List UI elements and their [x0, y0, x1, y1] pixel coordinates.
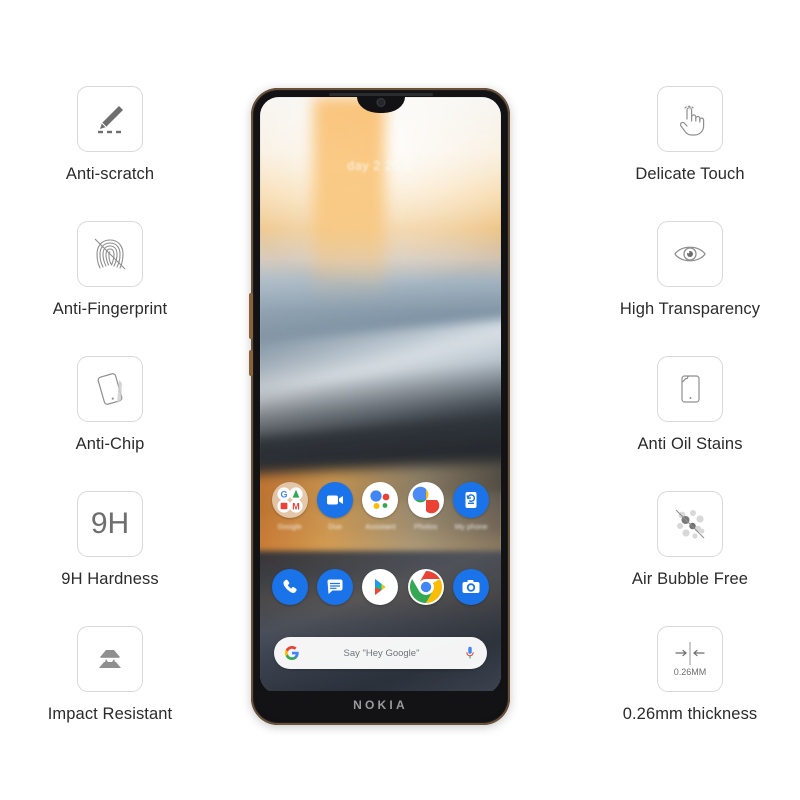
date-widget: day 2 20 C [347, 159, 414, 173]
app-play-store[interactable]: Play Store [359, 569, 401, 618]
phone-oil-drop-icon [657, 356, 723, 422]
app-label: Assistant [365, 522, 396, 531]
feature-anti-scratch: Anti-scratch [0, 86, 220, 184]
app-duo[interactable]: Duo [314, 482, 356, 531]
feature-anti-fingerprint: Anti-Fingerprint [0, 221, 220, 319]
feature-anti-oil-stains: Anti Oil Stains [580, 356, 800, 454]
feature-label: 0.26mm thickness [622, 705, 758, 723]
nokia-brand-logo: NOKIA [353, 698, 408, 712]
app-assistant[interactable]: Assistant [359, 482, 401, 531]
feature-delicate-touch: Delicate Touch [580, 86, 800, 184]
feature-label: Air Bubble Free [631, 570, 749, 588]
chrome-icon [407, 569, 444, 605]
impact-layers-icon [77, 626, 143, 692]
photos-icon [407, 482, 444, 518]
search-placeholder-text: Say "Hey Google" [343, 647, 420, 659]
feature-high-transparency: High Transparency [580, 221, 800, 319]
feature-column-left: Anti-scratch Anti-Fingerprint Anti-Chip … [0, 0, 220, 800]
my-phone-icon [453, 482, 490, 518]
app-label: Google [277, 522, 302, 531]
fingerprint-crossed-icon [77, 221, 143, 287]
thickness-arrows-icon: 0.26MM [657, 626, 723, 692]
phone-icon [271, 569, 308, 605]
product-feature-graphic: Anti-scratch Anti-Fingerprint Anti-Chip … [0, 0, 800, 800]
power-button[interactable] [249, 350, 253, 376]
phone-body: day 2 20 C G M Google Duo Assistant Phot… [254, 91, 507, 722]
svg-text:M: M [292, 501, 300, 511]
volume-button[interactable] [249, 293, 253, 339]
feature-label: High Transparency [619, 300, 761, 318]
bubbles-crossed-icon [657, 491, 723, 557]
google-search-bar[interactable]: Say "Hey Google" [274, 637, 487, 669]
app-row-1: G M Google Duo Assistant Photos My phone [260, 482, 501, 531]
phone-screen[interactable]: day 2 20 C G M Google Duo Assistant Phot… [260, 97, 501, 694]
feature-label: Delicate Touch [635, 165, 745, 183]
pen-scratch-icon [77, 86, 143, 152]
feature-label: 9H Hardness [61, 570, 159, 588]
eye-icon [657, 221, 723, 287]
app-label: Photos [414, 522, 438, 531]
microphone-icon[interactable] [464, 646, 476, 660]
feature-label: Anti Oil Stains [637, 435, 743, 453]
earpiece-speaker [328, 93, 433, 96]
app-chrome[interactable]: Chrome [405, 569, 447, 618]
app-label: Duo [328, 522, 342, 531]
app-google-folder[interactable]: G M Google [269, 482, 311, 531]
feature-thickness: 0.26MM 0.26mm thickness [580, 626, 800, 724]
feature-label: Anti-Fingerprint [52, 300, 168, 318]
duo-icon [317, 482, 354, 518]
app-row-dock: Phone [260, 569, 501, 618]
google-g-icon [285, 646, 299, 660]
app-label: My phone [454, 522, 488, 531]
phone-tilted-icon [77, 356, 143, 422]
messages-icon [317, 569, 354, 605]
app-photos[interactable]: Photos [405, 482, 447, 531]
assistant-icon [362, 482, 399, 518]
app-my-phone[interactable]: My phone [450, 482, 492, 531]
app-messages[interactable]: Messages [314, 569, 356, 618]
google-folder-icon: G M [271, 482, 308, 518]
app-phone[interactable]: Phone [269, 569, 311, 618]
wallpaper-sun-glow [313, 97, 386, 300]
tap-hand-icon [657, 86, 723, 152]
phone-chin: NOKIA [257, 691, 504, 719]
feature-label: Anti-scratch [65, 165, 155, 183]
thickness-badge-text: 0.26MM [674, 667, 707, 677]
feature-label: Anti-Chip [75, 435, 145, 453]
feature-anti-chip: Anti-Chip [0, 356, 220, 454]
app-camera[interactable]: Camera [450, 569, 492, 618]
nine-h-badge-text: 9H [90, 507, 130, 540]
play-store-icon [362, 569, 399, 605]
feature-label: Impact Resistant [47, 705, 173, 723]
feature-column-right: Delicate Touch High Transparency Anti Oi… [580, 0, 800, 800]
feature-9h-hardness: 9H 9H Hardness [0, 491, 220, 589]
front-camera-icon [376, 98, 385, 107]
phone-device: day 2 20 C G M Google Duo Assistant Phot… [249, 88, 510, 725]
feature-air-bubble-free: Air Bubble Free [580, 491, 800, 589]
nine-h-icon: 9H [77, 491, 143, 557]
svg-text:G: G [280, 490, 287, 500]
feature-impact-resistant: Impact Resistant [0, 626, 220, 724]
camera-icon [453, 569, 490, 605]
